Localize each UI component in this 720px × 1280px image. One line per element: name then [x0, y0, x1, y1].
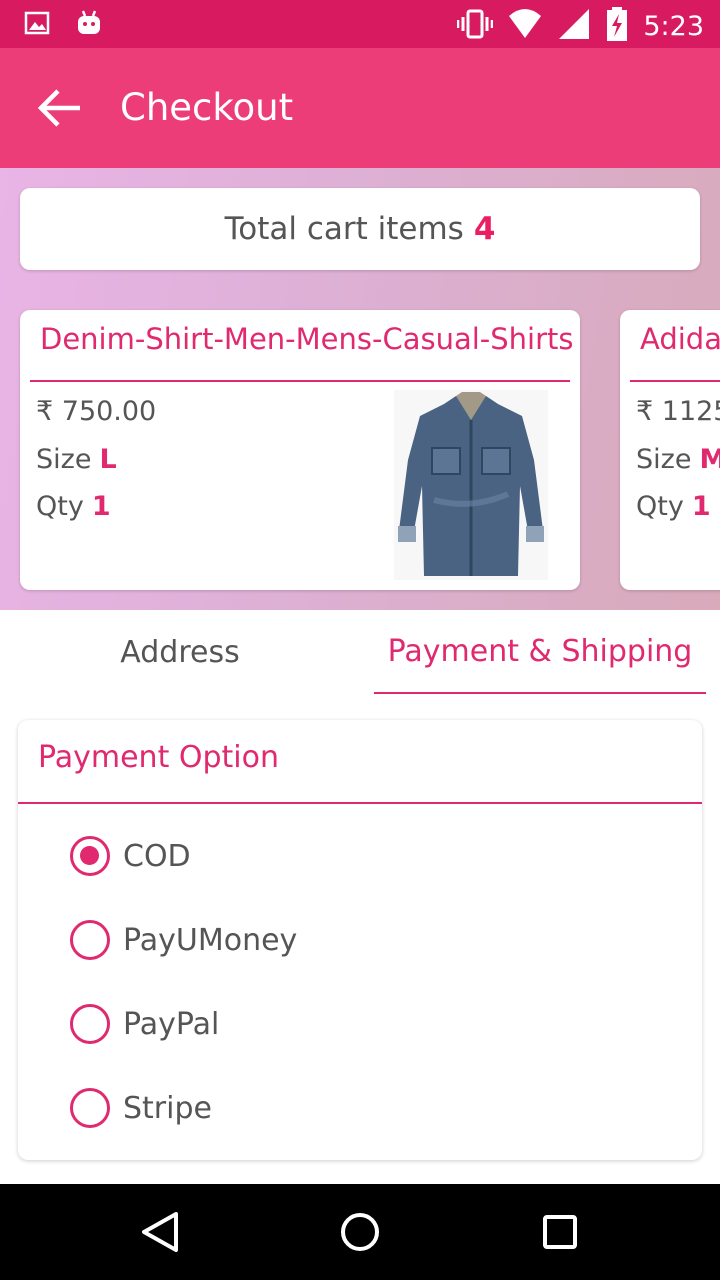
payment-option-cod[interactable]: COD	[70, 834, 191, 878]
product-divider	[630, 380, 720, 382]
payment-option-payumoney[interactable]: PayUMoney	[70, 918, 297, 962]
checkout-tabs: Address Payment & Shipping	[0, 610, 720, 706]
payment-option-stripe[interactable]: Stripe	[70, 1086, 212, 1130]
product-name: Denim-Shirt-Men-Mens-Casual-Shirts	[40, 322, 574, 356]
payment-divider	[18, 802, 702, 804]
product-qty: Qty 1	[36, 491, 111, 522]
qty-label: Qty	[36, 491, 84, 522]
radio-unchecked-icon[interactable]	[70, 1088, 110, 1128]
size-label: Size	[636, 444, 692, 475]
tab-address[interactable]: Address	[0, 610, 360, 694]
product-qty: Qty 1	[636, 491, 711, 522]
product-price: ₹ 1125	[636, 396, 720, 427]
payment-option-label: COD	[123, 838, 191, 874]
cart-summary-card: Total cart items 4	[20, 188, 700, 270]
cart-item-count: 4	[473, 211, 496, 247]
status-bar: 5:23	[0, 0, 720, 48]
vibrate-icon	[457, 6, 494, 46]
back-triangle-icon[interactable]	[136, 1208, 184, 1256]
product-card[interactable]: Adida ₹ 1125 SizeM Qty1	[620, 310, 720, 590]
cart-summary-label: Total cart items	[224, 211, 464, 247]
app-bar: Checkout	[0, 48, 720, 168]
status-time: 5:23	[643, 10, 704, 42]
navigation-bar	[0, 1184, 720, 1280]
payment-option-card: Payment Option COD PayUMoney PayPal Stri…	[18, 720, 702, 1160]
radio-unchecked-icon[interactable]	[70, 920, 110, 960]
product-card[interactable]: Denim-Shirt-Men-Mens-Casual-Shirts ₹ 750…	[20, 310, 580, 590]
page-title: Checkout	[120, 86, 294, 129]
size-value: M	[699, 444, 720, 475]
home-circle-icon[interactable]	[336, 1208, 384, 1256]
payment-option-label: PayPal	[123, 1006, 220, 1042]
payment-option-label: PayUMoney	[123, 922, 298, 958]
payment-heading: Payment Option	[38, 740, 279, 775]
qty-value: 1	[91, 491, 111, 522]
tab-payment-shipping[interactable]: Payment & Shipping	[374, 610, 706, 694]
qty-label: Qty	[636, 491, 684, 522]
radio-unchecked-icon[interactable]	[70, 1004, 110, 1044]
radio-checked-icon[interactable]	[70, 836, 110, 876]
arrow-back-icon[interactable]	[36, 84, 84, 132]
android-icon	[76, 10, 102, 40]
qty-value: 1	[691, 491, 711, 522]
size-label: Size	[36, 444, 92, 475]
recents-square-icon[interactable]	[536, 1208, 584, 1256]
product-size: Size L	[36, 444, 117, 475]
payment-option-label: Stripe	[123, 1090, 212, 1126]
payment-option-paypal[interactable]: PayPal	[70, 1002, 219, 1046]
product-size: Size M	[636, 444, 720, 475]
battery-charging-icon	[605, 6, 629, 46]
image-icon	[24, 10, 50, 40]
shirt-image	[394, 390, 548, 580]
product-name: Adida	[640, 322, 720, 356]
signal-icon	[557, 7, 591, 45]
product-price: ₹ 750.00	[36, 396, 157, 427]
cart-section: Total cart items 4 Denim-Shirt-Men-Mens-…	[0, 168, 720, 610]
product-divider	[30, 380, 570, 382]
wifi-icon	[507, 6, 543, 46]
size-value: L	[99, 444, 117, 475]
